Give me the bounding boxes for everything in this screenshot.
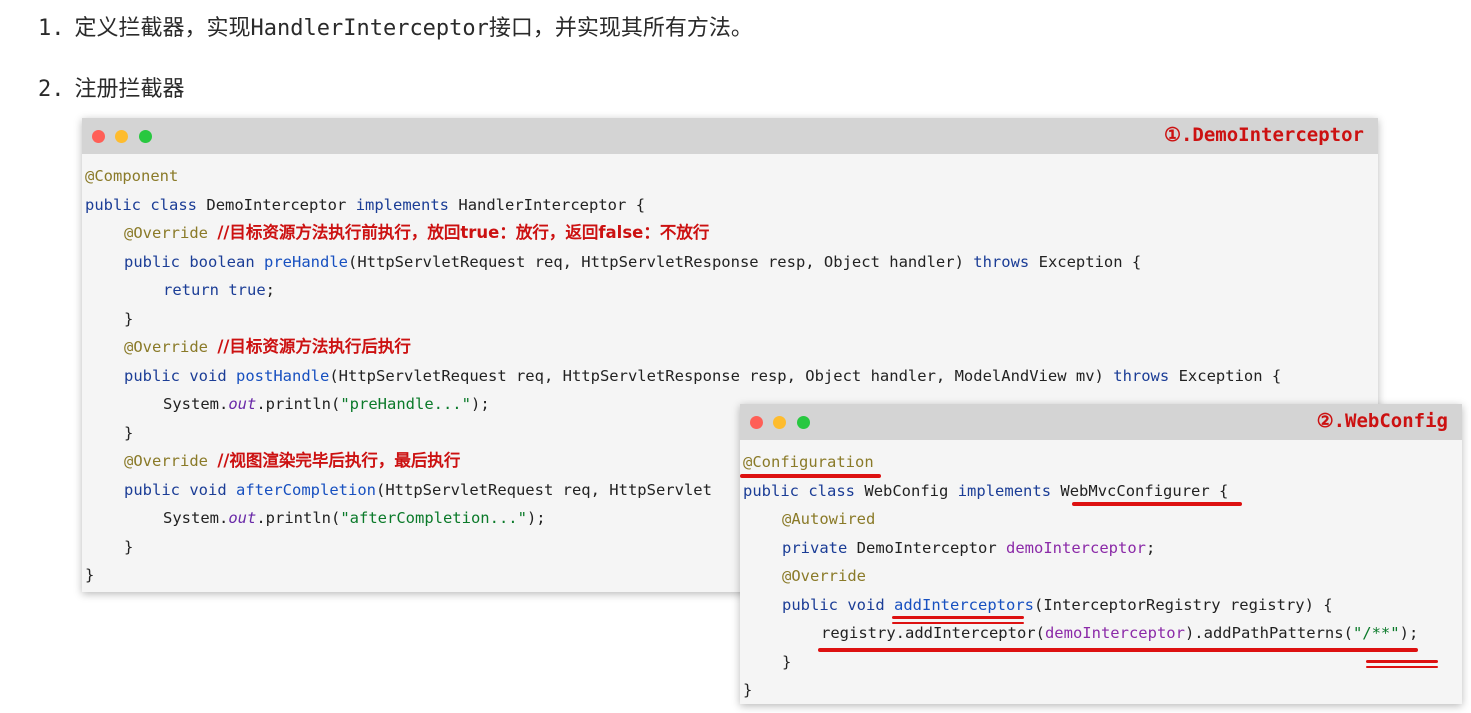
code-line: registry.addInterceptor(demoInterceptor)… (821, 624, 1419, 642)
window-title: ②.WebConfig (1316, 410, 1448, 432)
code-line: public class DemoInterceptor implements … (85, 195, 646, 214)
maximize-dot-icon (139, 130, 152, 143)
highlight-underline-configuration (740, 474, 881, 478)
window-titlebar: ①.DemoInterceptor (82, 118, 1378, 154)
code-line: public boolean preHandle(HttpServletRequ… (124, 252, 1142, 271)
highlight-underline-addinterceptors-2 (892, 622, 1024, 624)
code-line: @Override (782, 567, 866, 585)
minimize-dot-icon (773, 416, 786, 429)
code-block: @Configuration public class WebConfig im… (740, 440, 1462, 705)
minimize-dot-icon (115, 130, 128, 143)
highlight-underline-path-pattern (1366, 660, 1438, 663)
code-window-web-config: ②.WebConfig @Configuration public class … (740, 404, 1462, 704)
code-line: @Autowired (782, 510, 876, 528)
step-2: 2. 注册拦截器 (38, 71, 185, 103)
step-number: 1. (38, 16, 65, 41)
code-line: return true; (163, 281, 276, 299)
close-dot-icon (750, 416, 763, 429)
step-1: 1. 定义拦截器，实现HandlerInterceptor接口，并实现其所有方法。 (38, 10, 753, 42)
code-line: @Override //目标资源方法执行后执行 (124, 337, 411, 356)
code-line: public void addInterceptors(InterceptorR… (782, 595, 1333, 614)
code-line: public void postHandle(HttpServletReques… (124, 366, 1282, 385)
code-line: @Component (85, 167, 179, 185)
code-line: private DemoInterceptor demoInterceptor; (782, 538, 1156, 557)
highlight-underline-addinterceptors (892, 616, 1024, 619)
highlight-underline-registry-call (818, 648, 1418, 652)
code-line: public class WebConfig implements WebMvc… (743, 481, 1229, 500)
step-text: 注册拦截器 (74, 77, 185, 102)
highlight-underline-webmvcconfigurer (1072, 502, 1242, 506)
code-line: @Configuration (743, 453, 874, 471)
highlight-underline-path-pattern-2 (1366, 666, 1438, 668)
step-number: 2. (38, 77, 65, 102)
code-line: } (124, 309, 134, 328)
close-dot-icon (92, 130, 105, 143)
window-titlebar: ②.WebConfig (740, 404, 1462, 440)
window-title: ①.DemoInterceptor (1163, 124, 1364, 146)
maximize-dot-icon (797, 416, 810, 429)
step-text: 定义拦截器，实现HandlerInterceptor接口，并实现其所有方法。 (74, 16, 753, 41)
code-line: @Override //目标资源方法执行前执行，放回true：放行，返回fals… (124, 223, 710, 242)
code-line: } (743, 681, 753, 699)
